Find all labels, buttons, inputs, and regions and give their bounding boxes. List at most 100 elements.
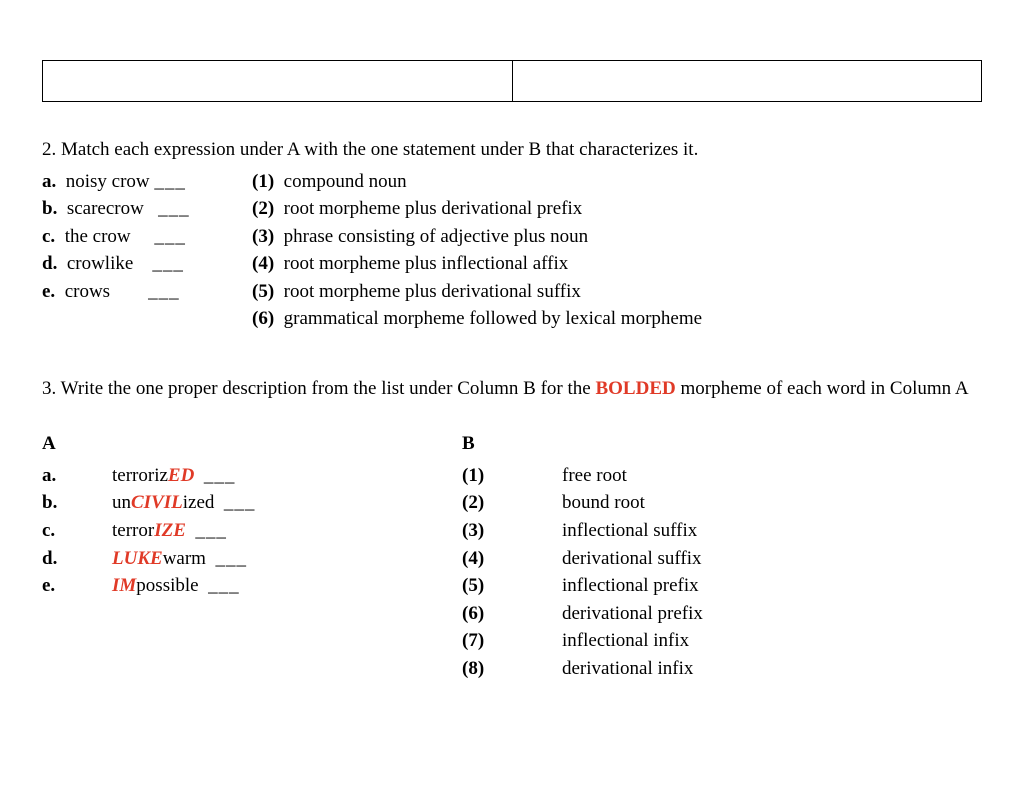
answer-blank[interactable]: ___ [208, 572, 240, 600]
q2-row: c. the crow ___ (3) phrase consisting of… [42, 223, 982, 251]
q2-expression: scarecrow [67, 198, 144, 219]
word-pre: terror [112, 520, 154, 541]
q3-B-marker: (4) [462, 545, 562, 573]
q2-marker: a. [42, 171, 56, 192]
q2-description: root morpheme plus derivational suffix [284, 281, 581, 302]
q3-A-marker: e. [42, 572, 112, 600]
word-bold: CIVIL [131, 492, 183, 513]
q2-prompt: 2. Match each expression under A with th… [42, 136, 982, 164]
q3-A-item: c. terrorIZE ___ [42, 517, 462, 545]
q2-rows: a. noisy crow ___ (1) compound noun b. s… [42, 168, 982, 333]
answer-blank[interactable]: ___ [195, 517, 227, 545]
q3-A-item: d. LUKEwarm ___ [42, 545, 462, 573]
q2-right-item: (6) grammatical morpheme followed by lex… [252, 305, 982, 333]
q2-right-marker: (4) [252, 253, 274, 274]
q3-B-desc: derivational suffix [562, 545, 701, 573]
q2-description: root morpheme plus derivational prefix [284, 198, 583, 219]
q2-expression: the crow [65, 226, 131, 247]
q2-right-marker: (5) [252, 281, 274, 302]
q3-B-desc: derivational infix [562, 655, 693, 683]
word-post: ized [183, 492, 215, 513]
answer-blank[interactable]: ___ [158, 195, 190, 223]
header-cell-left[interactable] [43, 61, 513, 102]
q2-right-item: (5) root morpheme plus derivational suff… [252, 278, 982, 306]
word-pre: terroriz [112, 465, 168, 486]
q3-B-marker: (1) [462, 462, 562, 490]
q2-right-item: (4) root morpheme plus inflectional affi… [252, 250, 982, 278]
q3-B-item: (1) free root [462, 462, 982, 490]
q2-expression: crows [65, 281, 110, 302]
q2-right-marker: (6) [252, 308, 274, 329]
q2-description: compound noun [284, 171, 407, 192]
q3-A-word: terrorIZE ___ [112, 517, 227, 545]
header-table [42, 60, 982, 102]
q3-B-item: (7) inflectional infix [462, 627, 982, 655]
word-bold: LUKE [112, 548, 163, 569]
q2-right-item: (1) compound noun [252, 168, 982, 196]
q3-prompt-post: morpheme of each word in Column A [676, 378, 969, 399]
q3-colA-head: A [42, 430, 462, 458]
q2-right-item: (3) phrase consisting of adjective plus … [252, 223, 982, 251]
q3-B-item: (8) derivational infix [462, 655, 982, 683]
question-2: 2. Match each expression under A with th… [42, 136, 982, 333]
q3-prompt: 3. Write the one proper description from… [42, 375, 982, 403]
word-pre: un [112, 492, 131, 513]
q2-left-item: a. noisy crow ___ [42, 168, 252, 196]
q3-B-desc: derivational prefix [562, 600, 703, 628]
header-cell-right[interactable] [512, 61, 982, 102]
q3-B-marker: (3) [462, 517, 562, 545]
q3-B-desc: bound root [562, 489, 645, 517]
answer-blank[interactable]: ___ [215, 545, 247, 573]
q3-A-marker: a. [42, 462, 112, 490]
q3-column-a: A a. terrorizED ___ b. unCIVILized ___ [42, 430, 462, 682]
q2-expression: noisy crow [66, 171, 150, 192]
q3-B-desc: inflectional prefix [562, 572, 699, 600]
q2-marker: d. [42, 253, 57, 274]
q3-A-word: unCIVILized ___ [112, 489, 255, 517]
q3-columns: A a. terrorizED ___ b. unCIVILized ___ [42, 430, 982, 682]
q2-left-item: e. crows ___ [42, 278, 252, 306]
q3-B-item: (6) derivational prefix [462, 600, 982, 628]
q3-A-item: a. terrorizED ___ [42, 462, 462, 490]
q3-B-item: (2) bound root [462, 489, 982, 517]
q2-row: d. crowlike ___ (4) root morpheme plus i… [42, 250, 982, 278]
answer-blank[interactable]: ___ [224, 489, 256, 517]
q3-A-item: e. IMpossible ___ [42, 572, 462, 600]
answer-blank[interactable]: ___ [148, 278, 180, 306]
q3-B-desc: inflectional infix [562, 627, 689, 655]
q2-left-item: c. the crow ___ [42, 223, 252, 251]
q3-B-item: (4) derivational suffix [462, 545, 982, 573]
q3-B-desc: inflectional suffix [562, 517, 697, 545]
q3-B-desc: free root [562, 462, 627, 490]
word-post: possible [136, 575, 198, 596]
q3-prompt-bold: BOLDED [595, 378, 675, 399]
q2-right-marker: (3) [252, 226, 274, 247]
answer-blank[interactable]: ___ [154, 223, 186, 251]
q3-B-marker: (6) [462, 600, 562, 628]
q2-left-item: b. scarecrow ___ [42, 195, 252, 223]
q3-column-b: B (1) free root (2) bound root (3) infle… [462, 430, 982, 682]
q3-A-word: terrorizED ___ [112, 462, 235, 490]
q3-A-marker: b. [42, 489, 112, 517]
q2-description: root morpheme plus inflectional affix [284, 253, 569, 274]
q2-right-item: (2) root morpheme plus derivational pref… [252, 195, 982, 223]
q2-marker: b. [42, 198, 57, 219]
q2-marker: c. [42, 226, 55, 247]
q3-prompt-pre: 3. Write the one proper description from… [42, 378, 595, 399]
word-bold: IZE [154, 520, 186, 541]
answer-blank[interactable]: ___ [204, 462, 236, 490]
q3-B-marker: (8) [462, 655, 562, 683]
q3-B-marker: (2) [462, 489, 562, 517]
q2-marker: e. [42, 281, 55, 302]
q2-right-marker: (1) [252, 171, 274, 192]
answer-blank[interactable]: ___ [152, 250, 184, 278]
q3-B-item: (5) inflectional prefix [462, 572, 982, 600]
q2-row: (6) grammatical morpheme followed by lex… [42, 305, 982, 333]
answer-blank[interactable]: ___ [154, 168, 186, 196]
worksheet-page: 2. Match each expression under A with th… [0, 0, 1024, 804]
q2-expression: crowlike [67, 253, 133, 274]
word-post: warm [163, 548, 206, 569]
q3-A-word: IMpossible ___ [112, 572, 240, 600]
q3-B-marker: (7) [462, 627, 562, 655]
q2-row: b. scarecrow ___ (2) root morpheme plus … [42, 195, 982, 223]
